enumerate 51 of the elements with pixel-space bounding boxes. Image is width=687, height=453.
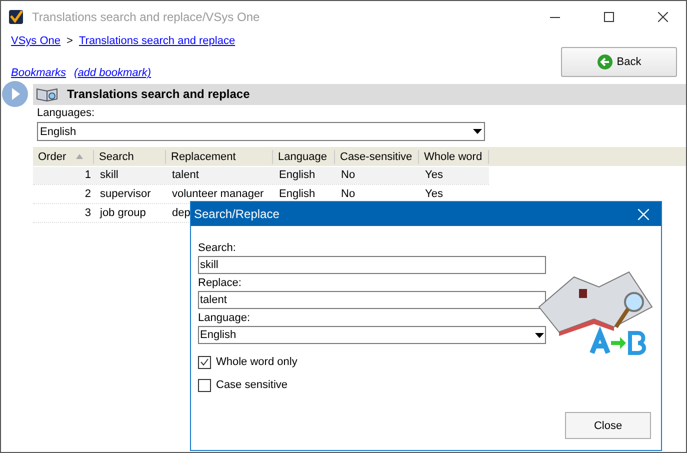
column-header[interactable]: Language	[273, 150, 335, 164]
checkbox-label: Whole word only	[216, 356, 298, 368]
table-cell-text: supervisor	[99, 186, 152, 202]
table-cell: talent	[166, 166, 273, 184]
sort-ascending-icon	[76, 154, 84, 159]
column-header[interactable]: Order	[33, 150, 94, 164]
close-button[interactable]: Close	[565, 412, 651, 439]
bookmark-link[interactable]: Bookmarks	[11, 67, 66, 79]
window-title: Translations search and replace/VSys One	[32, 10, 261, 24]
languages-dropdown[interactable]: English	[37, 122, 485, 141]
table-cell-text: Yes	[424, 186, 444, 202]
replace-field[interactable]: talent	[198, 291, 546, 309]
column-header[interactable]: Replacement	[166, 150, 273, 164]
app-logo-icon	[8, 8, 24, 24]
search-field[interactable]: skill	[198, 256, 546, 274]
back-button[interactable]: Back	[561, 47, 677, 77]
dropdown-arrow-icon[interactable]	[535, 332, 544, 338]
checkbox[interactable]	[198, 378, 211, 392]
breadcrumb-link[interactable]: Translations search and replace	[78, 35, 236, 47]
header-title: Translations search and replace	[67, 87, 250, 101]
table-cell-text: No	[340, 186, 356, 202]
replace-label: Replace:	[198, 277, 242, 291]
close-icon	[658, 12, 668, 22]
table-cell-text: 3	[84, 206, 92, 220]
close-icon	[638, 208, 648, 220]
table-cell-text: English	[278, 186, 316, 202]
languages-label: Languages:	[37, 107, 96, 121]
dropdown-arrow-icon[interactable]	[473, 129, 482, 134]
breadcrumb-separator: >	[66, 35, 73, 47]
breadcrumb-link[interactable]: VSys One	[11, 35, 61, 47]
table-cell-text: 2	[84, 186, 92, 202]
table-cell: English	[273, 166, 335, 184]
dialog-title: Search/Replace	[194, 207, 280, 221]
language-label: Language:	[198, 312, 251, 326]
search-label: Search:	[198, 242, 237, 256]
table-cell: 1	[33, 166, 94, 184]
table-cell-text: job group	[98, 206, 147, 220]
checkbox-label: Case sensitive	[216, 379, 288, 391]
table-cell: Yes	[419, 166, 489, 184]
table-cell: skill	[94, 166, 166, 184]
maximize-icon	[604, 12, 614, 22]
column-header[interactable]: Case-sensitive	[335, 150, 419, 164]
column-header[interactable]: Whole word	[419, 150, 489, 164]
column-header[interactable]: Search	[94, 150, 166, 164]
table-cell-text: volunteer manager	[171, 186, 265, 202]
table-row[interactable]: 1 skill talent English No Yes	[33, 166, 489, 185]
table-cell-text: dep	[171, 206, 190, 220]
table-cell: No	[335, 166, 419, 184]
language-dropdown[interactable]: English	[198, 326, 546, 344]
bookmark-link[interactable]: (add bookmark)	[74, 67, 152, 79]
checkbox[interactable]	[198, 356, 211, 368]
